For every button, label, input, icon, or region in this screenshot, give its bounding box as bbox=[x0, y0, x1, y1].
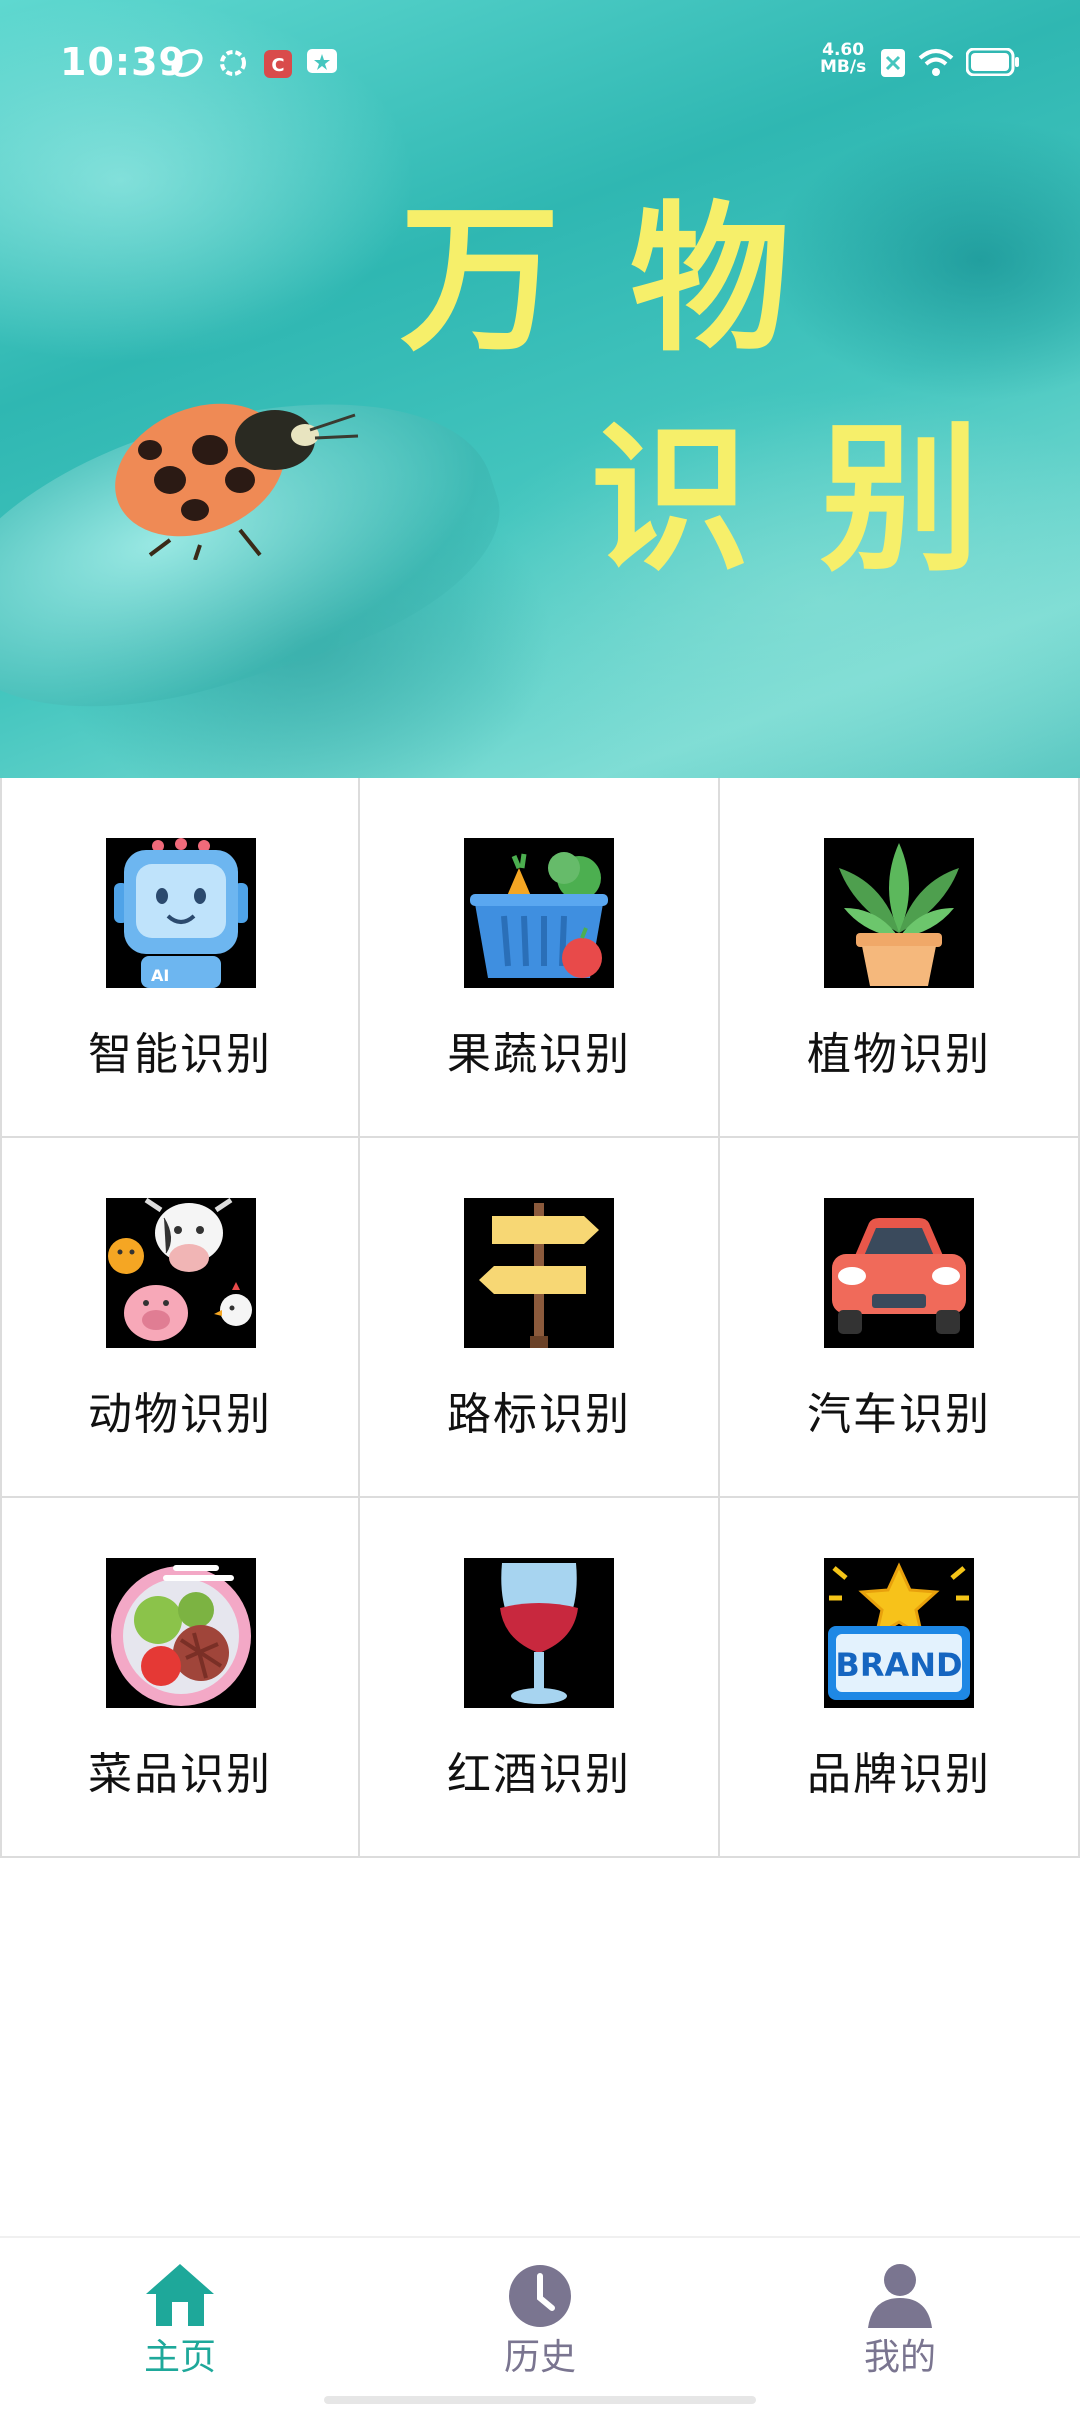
status-time: 10:39 bbox=[60, 40, 186, 84]
grid-item-road-sign-recognition[interactable]: 路标识别 bbox=[360, 1138, 720, 1498]
hero-title-line1: 万物 bbox=[400, 186, 861, 373]
wine-glass-icon bbox=[464, 1558, 614, 1708]
car-icon bbox=[824, 1198, 974, 1348]
animals-icon bbox=[106, 1198, 256, 1348]
signpost-icon bbox=[464, 1198, 614, 1348]
grid-item-label: 果蔬识别 bbox=[447, 1029, 631, 1080]
vegetable-basket-icon bbox=[464, 838, 614, 988]
grid-item-dish-recognition[interactable]: 菜品识别 bbox=[0, 1498, 360, 1858]
sim-icon bbox=[881, 49, 905, 77]
grid-item-label: 菜品识别 bbox=[88, 1749, 272, 1800]
grid-item-brand-recognition[interactable]: BRAND 品牌识别 bbox=[720, 1498, 1080, 1858]
svg-text:C: C bbox=[271, 55, 284, 76]
tab-mine-label: 我的 bbox=[863, 2337, 936, 2378]
bottom-nav: 主页 历史 我的 bbox=[0, 2236, 1080, 2410]
grid-item-smart-recognition[interactable]: AI 智能识别 bbox=[0, 778, 360, 1138]
message-icon bbox=[307, 49, 337, 73]
home-indicator[interactable] bbox=[324, 2396, 756, 2404]
svg-text:BRAND: BRAND bbox=[835, 1646, 962, 1684]
brand-icon: BRAND bbox=[824, 1558, 974, 1708]
person-icon bbox=[868, 2264, 932, 2328]
tab-history-label: 历史 bbox=[503, 2337, 576, 2378]
grid-item-label: 动物识别 bbox=[88, 1389, 272, 1440]
network-speed: 4.60 MB/s bbox=[820, 42, 866, 76]
app-badge-icon: C bbox=[264, 50, 292, 78]
tab-history[interactable]: 历史 bbox=[420, 2238, 660, 2410]
potted-plant-icon bbox=[824, 838, 974, 988]
status-bar: 10:39 C 4.60 MB/s bbox=[0, 0, 1080, 126]
tab-home-label: 主页 bbox=[143, 2337, 216, 2378]
grid-item-label: 智能识别 bbox=[88, 1029, 272, 1080]
tab-mine[interactable]: 我的 bbox=[780, 2238, 1020, 2410]
grid-item-label: 红酒识别 bbox=[447, 1749, 631, 1800]
grid-item-fruit-vegetable-recognition[interactable]: 果蔬识别 bbox=[360, 778, 720, 1138]
sync-icon bbox=[220, 50, 246, 76]
grid-item-wine-recognition[interactable]: 红酒识别 bbox=[360, 1498, 720, 1858]
feature-grid: AI 智能识别 果蔬识别 植物识别 动物识别 路标识别 汽车识别 菜品识别 红酒… bbox=[0, 778, 1080, 1860]
leaf-app-icon bbox=[171, 49, 203, 77]
battery-icon bbox=[966, 48, 1019, 76]
tab-home[interactable]: 主页 bbox=[60, 2238, 300, 2410]
grid-item-label: 汽车识别 bbox=[807, 1389, 991, 1440]
net-speed-unit: MB/s bbox=[820, 57, 867, 77]
clock-icon bbox=[509, 2265, 571, 2327]
ladybug-icon bbox=[115, 403, 359, 560]
home-icon bbox=[146, 2264, 214, 2326]
dish-icon bbox=[106, 1558, 256, 1708]
robot-icon: AI bbox=[106, 838, 256, 988]
wifi-icon bbox=[918, 49, 954, 76]
grid-item-label: 品牌识别 bbox=[807, 1749, 991, 1800]
grid-item-plant-recognition[interactable]: 植物识别 bbox=[720, 778, 1080, 1138]
hero-banner: 万物 识别 10:39 C 4.60 MB/s bbox=[0, 0, 1080, 778]
grid-item-car-recognition[interactable]: 汽车识别 bbox=[720, 1138, 1080, 1498]
svg-text:AI: AI bbox=[151, 966, 169, 985]
hero-title-line2: 识别 bbox=[590, 406, 1051, 593]
grid-item-label: 路标识别 bbox=[447, 1389, 631, 1440]
grid-item-label: 植物识别 bbox=[807, 1029, 991, 1080]
grid-item-animal-recognition[interactable]: 动物识别 bbox=[0, 1138, 360, 1498]
